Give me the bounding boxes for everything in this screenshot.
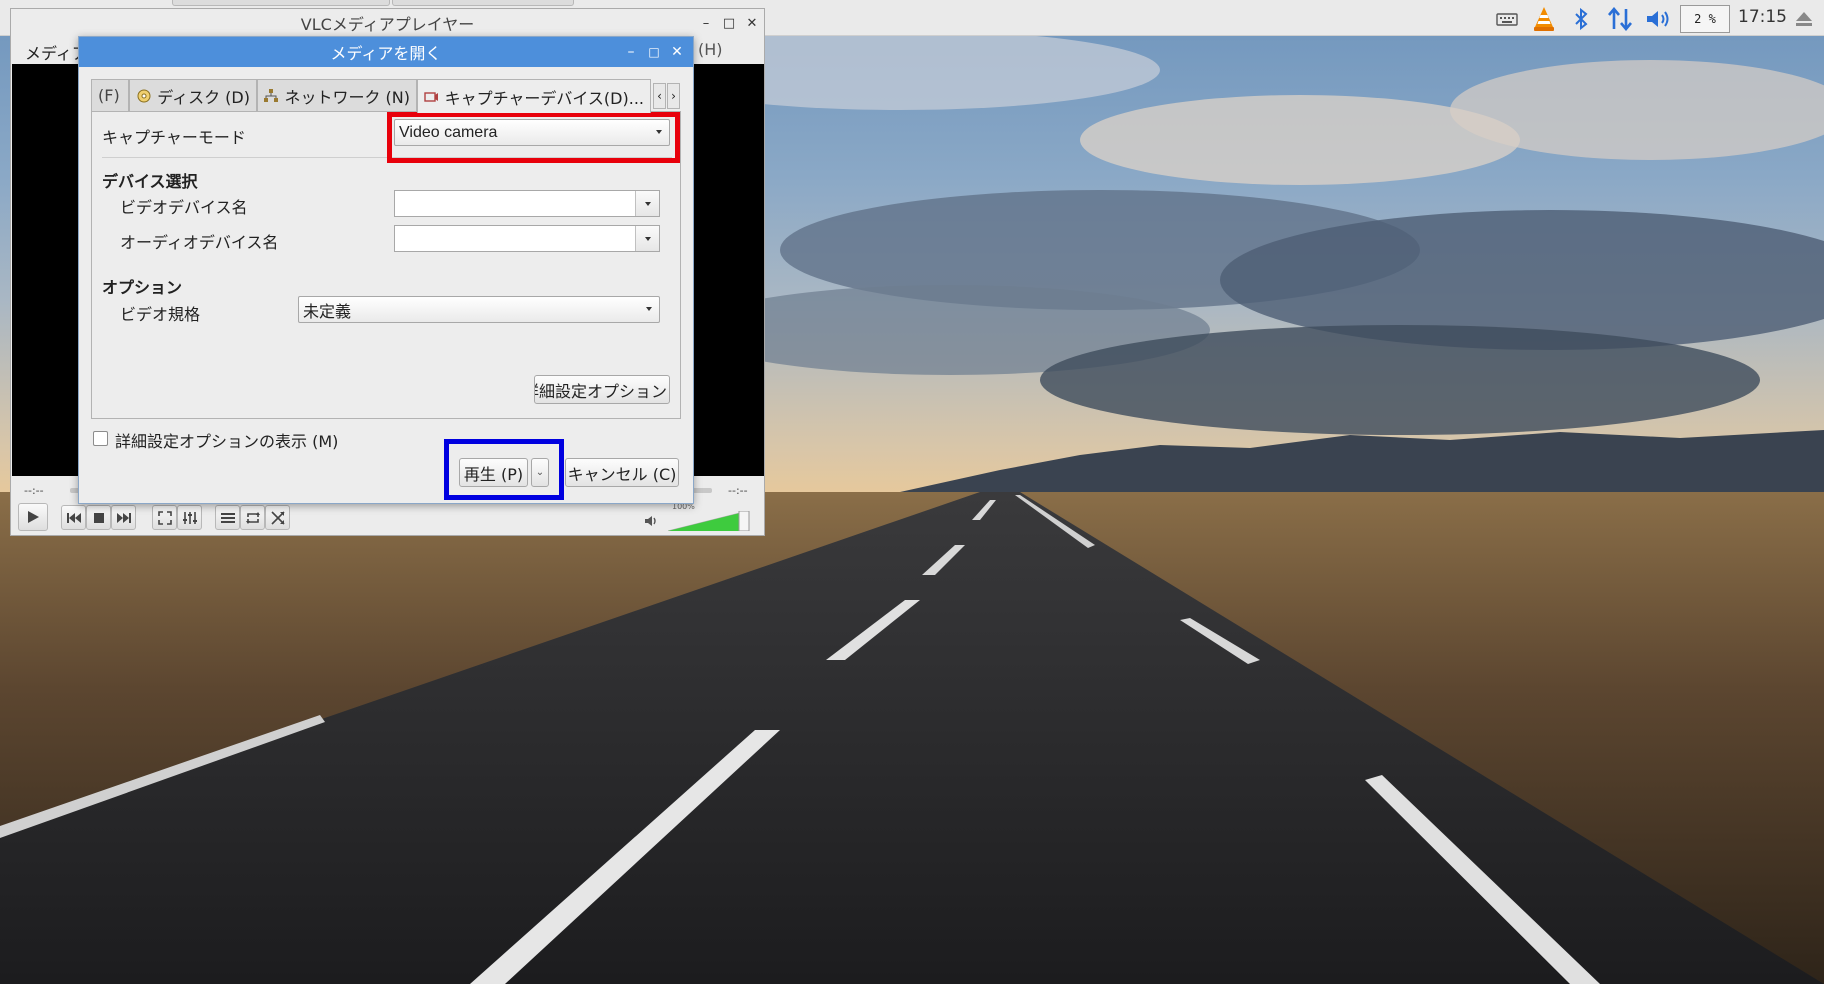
tab-file[interactable]: (F) [91,79,129,111]
dialog-tabs: (F) ディスク (D) ネットワーク (N) キャプチャーデバイス(D)...… [91,79,681,113]
capture-device-icon [424,89,439,105]
tab-file-label: (F) [98,86,120,105]
device-selection-heading: デバイス選択 [102,172,198,191]
close-icon[interactable]: ✕ [667,43,687,61]
remaining-time: --:-- [728,484,748,497]
close-icon[interactable]: ✕ [742,13,762,33]
network-icon [264,88,279,104]
video-device-label: ビデオデバイス名 [120,198,248,217]
chevron-down-icon [646,307,652,311]
tab-scroll-right-icon[interactable]: › [667,83,680,109]
tab-capture-device-label: キャプチャーデバイス(D)... [444,88,644,108]
highlight-capture-mode [387,112,680,163]
options-heading: オプション [102,278,183,297]
elapsed-time: --:-- [24,484,44,497]
taskbar-button[interactable] [172,0,390,6]
open-media-dialog: メディアを開く – □ ✕ (F) ディスク (D) ネットワーク (N) キャ… [78,36,694,504]
chevron-down-icon [645,237,651,241]
disc-icon [136,88,151,104]
tab-scroll-left-icon[interactable]: ‹ [653,83,666,109]
volume-slider[interactable] [667,510,750,532]
show-advanced-checkbox[interactable] [93,431,108,446]
vlc-cone-icon[interactable] [1530,6,1558,32]
speaker-icon[interactable] [1644,6,1674,32]
video-device-dropdown-button[interactable] [635,191,659,216]
tab-network-label: ネットワーク (N) [284,87,410,107]
tab-disc-label: ディスク (D) [157,87,250,107]
previous-icon[interactable] [61,505,86,530]
dialog-title: メディアを開く [330,44,442,63]
capture-mode-label: キャプチャーモード [102,128,246,147]
cancel-button-label: キャンセル (C) [567,464,677,484]
eject-icon[interactable] [1790,6,1818,32]
extended-settings-icon[interactable] [177,505,202,530]
dialog-title-bar[interactable]: メディアを開く – □ ✕ [79,37,693,67]
playlist-icon[interactable] [215,505,240,530]
maximize-icon[interactable]: □ [644,43,664,61]
video-standard-label: ビデオ規格 [120,305,201,324]
play-icon[interactable] [18,503,48,531]
audio-device-combo[interactable] [394,225,660,252]
volume-icon[interactable] [644,513,660,527]
loop-icon[interactable] [240,505,265,530]
vlc-title-bar[interactable]: VLCメディアプレイヤー – □ ✕ [11,9,764,37]
keyboard-icon[interactable] [1494,6,1520,32]
minimize-icon[interactable]: – [621,43,641,61]
tab-disc[interactable]: ディスク (D) [129,79,257,111]
video-standard-select[interactable]: 未定義 [298,296,660,323]
vlc-window-title: VLCメディアプレイヤー [300,15,475,34]
clock[interactable]: 17:15 [1738,7,1787,27]
audio-device-dropdown-button[interactable] [635,226,659,251]
audio-device-label: オーディオデバイス名 [120,233,279,252]
menu-help[interactable]: (H) [698,40,723,59]
stop-icon[interactable] [86,505,111,530]
next-icon[interactable] [111,505,136,530]
advanced-options-label: 詳細設定オプション [534,381,667,401]
cancel-button[interactable]: キャンセル (C) [565,458,679,487]
maximize-icon[interactable]: □ [719,13,739,33]
advanced-options-button[interactable]: 詳細設定オプション [534,375,670,404]
tab-capture-device[interactable]: キャプチャーデバイス(D)... [417,79,651,113]
playback-controls: 100% [12,501,764,535]
tab-network[interactable]: ネットワーク (N) [257,79,417,111]
chevron-down-icon [645,202,651,206]
highlight-play-button [444,439,564,500]
minimize-icon[interactable]: – [696,13,716,33]
shuffle-icon[interactable] [265,505,290,530]
taskbar-button[interactable] [392,0,574,6]
cpu-usage-monitor[interactable]: 2 % [1680,5,1730,33]
bluetooth-icon[interactable] [1568,6,1594,32]
network-transfer-icon[interactable] [1604,6,1636,32]
video-device-combo[interactable] [394,190,660,217]
fullscreen-icon[interactable] [152,505,177,530]
show-advanced-label[interactable]: 詳細設定オプションの表示 (M) [115,428,338,452]
video-standard-value: 未定義 [303,301,352,321]
